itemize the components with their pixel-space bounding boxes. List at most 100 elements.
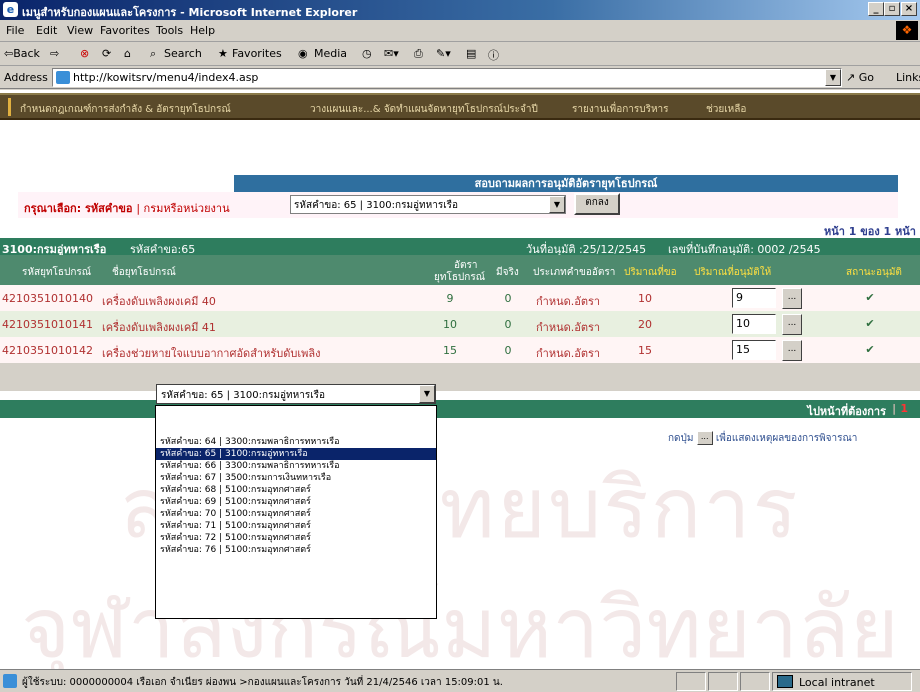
forward-button[interactable]: ⇨	[50, 47, 59, 60]
dropdown-option[interactable]: รหัสคำขอ: 70 | 5100:กรมอุทกศาสตร์	[156, 508, 436, 520]
go-button[interactable]: ↗ Go	[846, 71, 874, 84]
row-rate: 15	[443, 344, 457, 357]
approved-qty-input[interactable]: 10	[732, 314, 776, 334]
status-text: ผู้ใช้ระบบ: 0000000004 เรือเอก จำเนียร ผ…	[22, 677, 503, 688]
row-req: 10	[638, 292, 652, 305]
address-url: http://kowitsrv/menu4/index4.asp	[73, 71, 259, 84]
hint-suffix: เพื่อแสดงเหตุผลของการพิจารณา	[715, 433, 858, 444]
info-bar: 3100:กรมอู่ทหารเรือ รหัสคำขอ:65 วันที่อน…	[0, 238, 920, 256]
menu-edit[interactable]: Edit	[36, 24, 57, 37]
row-req: 15	[638, 344, 652, 357]
status-pane	[676, 672, 706, 691]
home-icon[interactable]: ⌂	[124, 47, 131, 60]
col-rate-2: ยุทโธปกรณ์	[434, 272, 485, 283]
media-button[interactable]: Media	[314, 47, 347, 60]
row-type: กำหนด.อัตรา	[536, 295, 601, 308]
dropdown-option[interactable]: รหัสคำขอ: 67 | 3500:กรมการเงินทหารเรือ	[156, 472, 436, 484]
dropdown-option[interactable]: รหัสคำขอ: 64 | 3300:กรมพลาธิการทหารเรือ	[156, 436, 436, 448]
chevron-down-icon[interactable]: ▼	[419, 385, 435, 403]
menu-view[interactable]: View	[67, 24, 93, 37]
refresh-icon[interactable]: ⟳	[102, 47, 111, 60]
goto-page-link[interactable]: 1	[900, 402, 908, 415]
search-button[interactable]: Search	[164, 47, 202, 60]
address-dropdown[interactable]: ▼	[825, 69, 841, 86]
table-row: 4210351010141 เครื่องดับเพลิงผงเคมี 41 1…	[0, 311, 920, 337]
select-label: กรุณาเลือก: รหัสคำขอ | กรมหรือหน่วยงาน	[24, 199, 230, 217]
reason-button[interactable]: ...	[782, 314, 802, 335]
chevron-down-icon[interactable]: ▼	[549, 196, 565, 213]
row-actual: 0	[504, 318, 512, 331]
grey-separator	[0, 363, 920, 391]
row-actual: 0	[504, 344, 512, 357]
print-icon[interactable]: ⎙	[414, 47, 423, 61]
row-rate: 10	[443, 318, 457, 331]
dropdown-option[interactable]: รหัสคำขอ: 71 | 5100:กรมอุทกศาสตร์	[156, 520, 436, 532]
browser-toolbar: ⇦Back ⇨ ⊗ ⟳ ⌂ ⌕ Search ★ Favorites ◉ Med…	[0, 42, 920, 66]
window-title-bar[interactable]: e เมนูสำหรับกองแผนและโครงการ - Microsoft…	[0, 0, 920, 20]
dropdown-option-selected[interactable]: รหัสคำขอ: 65 | 3100:กรมอู่ทหารเรือ	[156, 448, 436, 460]
ie-icon: e	[3, 2, 18, 17]
messenger-icon[interactable]: ⓘ	[488, 47, 499, 63]
popup-request-select[interactable]: รหัสคำขอ: 65 | 3100:กรมอู่ทหารเรือ ▼	[156, 384, 436, 404]
status-pane	[740, 672, 770, 691]
request-select[interactable]: รหัสคำขอ: 65 | 3100:กรมอู่ทหารเรือ ▼	[290, 195, 566, 214]
discuss-icon[interactable]: ▤	[466, 47, 476, 60]
stop-icon[interactable]: ⊗	[80, 47, 89, 60]
goto-label: ไปหน้าที่ต้องการ	[807, 405, 886, 418]
dropdown-option[interactable]	[156, 408, 436, 420]
history-icon[interactable]: ◷	[362, 47, 372, 60]
search-icon: ⌕	[150, 47, 157, 60]
goto-page-bar: ไปหน้าที่ต้องการ | 1	[0, 400, 920, 418]
filter-row: กรุณาเลือก: รหัสคำขอ | กรมหรือหน่วยงาน ร…	[18, 192, 898, 218]
dropdown-option[interactable]: รหัสคำขอ: 76 | 5100:กรมอุทกศาสตร์	[156, 544, 436, 556]
reason-button[interactable]: ...	[782, 288, 802, 309]
dropdown-option[interactable]: รหัสคำขอ: 68 | 5100:กรมอุทกศาสตร์	[156, 484, 436, 496]
table-row: 4210351010140 เครื่องดับเพลิงผงเคมี 40 9…	[0, 285, 920, 311]
favorites-button[interactable]: Favorites	[232, 47, 282, 60]
menu-tools[interactable]: Tools	[156, 24, 183, 37]
back-button[interactable]: ⇦Back	[4, 47, 40, 60]
request-select-value: รหัสคำขอ: 65 | 3100:กรมอู่ทหารเรือ	[294, 200, 459, 211]
security-zone: Local intranet	[772, 672, 912, 691]
close-button[interactable]: ×	[901, 2, 917, 16]
watermark-line-1: สถาบันวิทยบริการ	[120, 459, 800, 557]
favorites-icon: ★	[218, 47, 228, 60]
status-check-icon: ✔	[865, 317, 875, 330]
nav-rules[interactable]: กำหนดกฎเกณฑ์การส่งกำลัง & อัตรายุทโธปกรณ…	[20, 102, 231, 117]
approved-qty-input[interactable]: 15	[732, 340, 776, 360]
row-req: 20	[638, 318, 652, 331]
table-row: 4210351010142 เครื่องช่วยหายใจแบบอากาศอั…	[0, 337, 920, 363]
dropdown-option[interactable]: รหัสคำขอ: 72 | 5100:กรมอุทกศาสตร์	[156, 532, 436, 544]
col-actual: มีจริง	[496, 267, 519, 278]
links-button[interactable]: Links	[896, 71, 920, 84]
row-type: กำหนด.อัตรา	[536, 347, 601, 360]
menu-help[interactable]: Help	[190, 24, 215, 37]
minimize-button[interactable]: _	[868, 2, 884, 16]
window-title: เมนูสำหรับกองแผนและโครงการ - Microsoft I…	[22, 6, 358, 19]
row-name: เครื่องดับเพลิงผงเคมี 41	[102, 321, 216, 334]
col-req-qty: ปริมาณที่ขอ	[624, 267, 677, 278]
row-type: กำหนด.อัตรา	[536, 321, 601, 334]
menu-favorites[interactable]: Favorites	[100, 24, 150, 37]
mail-icon[interactable]: ✉▾	[384, 47, 399, 60]
windows-flag-icon: ❖	[896, 21, 918, 40]
approved-qty-input[interactable]: 9	[732, 288, 776, 308]
ok-button[interactable]: ตกลง	[574, 193, 620, 215]
menu-bar: File Edit View Favorites Tools Help ❖	[0, 20, 920, 42]
edit-icon[interactable]: ✎▾	[436, 47, 451, 60]
nav-reports[interactable]: รายงานเพื่อการบริหาร	[572, 102, 669, 117]
status-check-icon: ✔	[865, 291, 875, 304]
maximize-button[interactable]: ▫	[884, 2, 900, 16]
col-appr-qty: ปริมาณที่อนุมัติให้	[694, 267, 772, 278]
select-label-main: รหัสคำขอ	[84, 202, 133, 215]
nav-help[interactable]: ช่วยเหลือ	[706, 102, 746, 117]
menu-file[interactable]: File	[6, 24, 24, 37]
status-bar: ผู้ใช้ระบบ: 0000000004 เรือเอก จำเนียร ผ…	[0, 669, 920, 692]
reason-button[interactable]: ...	[782, 340, 802, 361]
dropdown-option[interactable]: รหัสคำขอ: 66 | 3300:กรมพลาธิการทหารเรือ	[156, 460, 436, 472]
address-input[interactable]: http://kowitsrv/menu4/index4.asp ▼	[52, 68, 842, 87]
row-name: เครื่องดับเพลิงผงเคมี 40	[102, 295, 216, 308]
dropdown-option[interactable]: รหัสคำขอ: 69 | 5100:กรมอุทกศาสตร์	[156, 496, 436, 508]
nav-plan[interactable]: วางแผนและ...& จัดทำแผนจัดหายุทโธปกรณ์ประ…	[310, 102, 538, 117]
address-bar: Address http://kowitsrv/menu4/index4.asp…	[0, 66, 920, 89]
